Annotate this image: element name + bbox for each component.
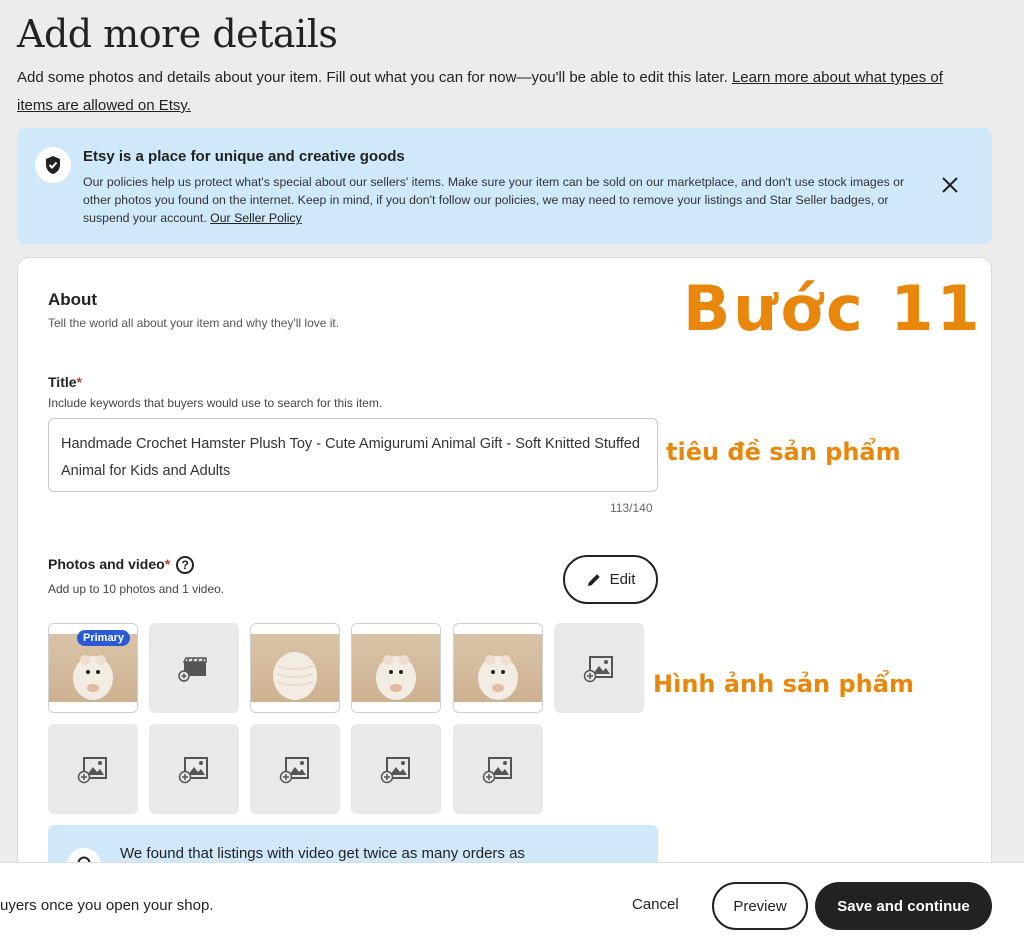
hamster-photo: [454, 634, 542, 702]
photo-thumbnail[interactable]: [250, 623, 340, 713]
required-mark: *: [164, 556, 171, 572]
banner-body: Our policies help us protect what's spec…: [83, 175, 905, 225]
photo-thumbnail[interactable]: [453, 623, 543, 713]
banner-text: Our policies help us protect what's spec…: [83, 173, 913, 227]
about-subtitle: Tell the world all about your item and w…: [48, 316, 340, 330]
title-help: Include keywords that buyers would use t…: [48, 396, 383, 410]
video-info-text: We found that listings with video get tw…: [120, 845, 525, 862]
add-photo-icon: [178, 757, 208, 784]
seller-policy-link[interactable]: Our Seller Policy: [210, 211, 302, 225]
pencil-icon: [587, 573, 600, 586]
add-photo-icon: [583, 656, 613, 683]
intro-text: Add some photos and details about your i…: [17, 69, 728, 86]
footer-bar: uyers once you open your shop. Cancel Pr…: [0, 862, 1024, 936]
help-icon[interactable]: ?: [176, 556, 195, 575]
step-annotation: Bước 11: [683, 272, 983, 345]
add-photo-slot[interactable]: [351, 724, 441, 814]
title-label: Title*: [48, 374, 82, 390]
page-title: Add more details: [17, 12, 338, 56]
add-photo-slot[interactable]: [48, 724, 138, 814]
footer-text: uyers once you open your shop.: [0, 897, 214, 914]
add-photo-icon: [482, 757, 512, 784]
banner-title: Etsy is a place for unique and creative …: [83, 148, 405, 165]
add-photo-icon: [279, 757, 309, 784]
cancel-button[interactable]: Cancel: [632, 896, 679, 913]
required-mark: *: [76, 374, 82, 390]
title-input[interactable]: Handmade Crochet Hamster Plush Toy - Cut…: [48, 418, 658, 492]
photos-annotation: Hình ảnh sản phẩm: [653, 670, 914, 698]
edit-label: Edit: [609, 571, 636, 588]
preview-button[interactable]: Preview: [712, 882, 808, 930]
edit-button[interactable]: Edit: [563, 555, 658, 604]
photos-label: Photos and video*?: [48, 556, 195, 575]
photos-label-text: Photos and video: [48, 556, 165, 572]
save-and-continue-button[interactable]: Save and continue: [815, 882, 992, 930]
title-annotation: tiêu đề sản phẩm: [666, 438, 901, 466]
title-label-text: Title: [48, 374, 77, 390]
add-photo-icon: [77, 757, 107, 784]
photo-thumbnail[interactable]: [351, 623, 441, 713]
close-icon[interactable]: [937, 172, 963, 198]
hamster-photo: [251, 634, 339, 702]
about-title: About: [48, 290, 98, 309]
photos-help: Add up to 10 photos and 1 video.: [48, 582, 225, 596]
hamster-photo: [352, 634, 440, 702]
add-photo-slot[interactable]: [554, 623, 644, 713]
page-intro: Add some photos and details about your i…: [17, 64, 967, 120]
primary-badge: Primary: [77, 630, 130, 646]
add-photo-icon: [380, 757, 410, 784]
add-video-slot[interactable]: [149, 623, 239, 713]
about-card: About Tell the world all about your item…: [17, 257, 992, 936]
add-photo-slot[interactable]: [453, 724, 543, 814]
add-video-icon: [178, 657, 207, 682]
add-photo-slot[interactable]: [149, 724, 239, 814]
photo-thumbnail[interactable]: Primary: [48, 623, 138, 713]
policy-banner: Etsy is a place for unique and creative …: [17, 128, 992, 244]
shield-icon: [35, 147, 71, 183]
title-counter: 113/140: [610, 501, 653, 515]
add-photo-slot[interactable]: [250, 724, 340, 814]
